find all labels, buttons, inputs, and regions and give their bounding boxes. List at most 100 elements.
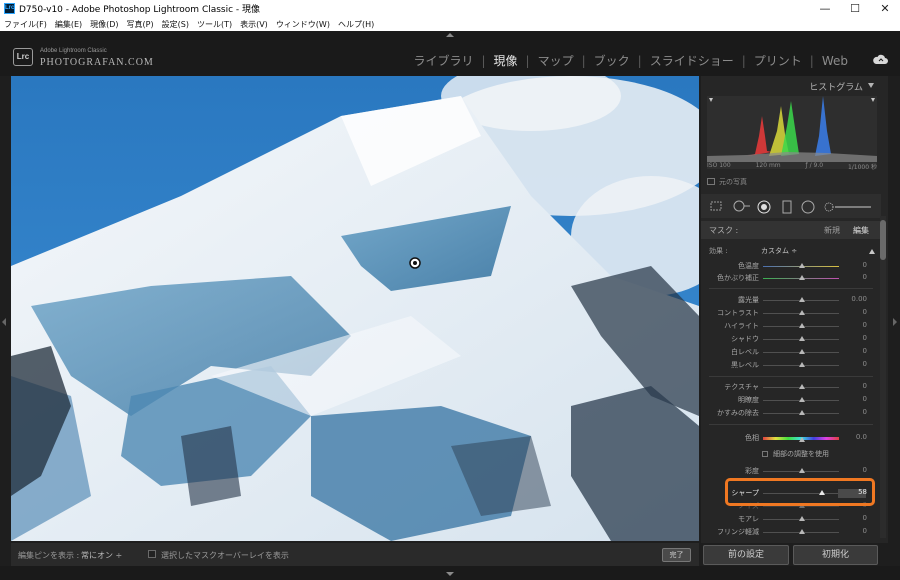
slider-saturation[interactable]: 彩度 0 xyxy=(701,465,881,478)
mask-edit-button[interactable]: 編集 xyxy=(853,225,869,236)
panel-scrollbar[interactable] xyxy=(880,216,886,538)
focal-length: 120 mm xyxy=(755,162,781,169)
maximize-button[interactable]: ☐ xyxy=(840,2,870,15)
module-develop[interactable]: 現像 xyxy=(486,52,526,69)
mask-overlay-label: 選択したマスクオーバーレイを表示 xyxy=(161,551,289,560)
mask-overlay-checkbox[interactable] xyxy=(148,550,156,558)
slider-moire[interactable]: モアレ 0 xyxy=(701,513,881,526)
previous-settings-button[interactable]: 前の設定 xyxy=(703,545,789,565)
menu-settings[interactable]: 設定(S) xyxy=(162,19,189,30)
module-picker: ライブラリ | 現像 | マップ | ブック | スライドショー | プリント | Web xyxy=(405,52,856,69)
right-panel: ヒストグラム ISO 100 120 mm ƒ / 9.0 1/1000 秒 元… xyxy=(701,76,888,543)
module-map[interactable]: マップ xyxy=(530,52,582,69)
menu-edit[interactable]: 編集(E) xyxy=(55,19,82,30)
close-button[interactable]: ✕ xyxy=(870,2,900,15)
slider-shadows[interactable]: シャドウ 0 xyxy=(701,333,881,346)
fine-adjust-checkbox[interactable] xyxy=(762,451,768,457)
cloud-sync-icon[interactable] xyxy=(872,54,888,65)
slider-whites[interactable]: 白レベル 0 xyxy=(701,346,881,359)
done-button[interactable]: 完了 xyxy=(662,548,691,562)
window-title: D750-v10 - Adobe Photoshop Lightroom Cla… xyxy=(19,5,261,15)
menu-photo[interactable]: 写真(P) xyxy=(127,19,154,30)
bottom-toolbar: 編集ピンを表示 : 常にオン ÷ 選択したマスクオーバーレイを表示 完了 xyxy=(11,543,699,566)
module-web[interactable]: Web xyxy=(814,54,856,68)
tool-strip xyxy=(701,194,881,218)
module-library[interactable]: ライブラリ xyxy=(405,52,481,69)
menu-develop[interactable]: 現像(D) xyxy=(90,19,118,30)
left-panel-toggle-icon[interactable] xyxy=(2,318,6,326)
mountain-photo xyxy=(11,76,699,541)
brush-icon[interactable] xyxy=(823,200,873,214)
slider-thumb xyxy=(799,384,805,389)
menu-window[interactable]: ウィンドウ(W) xyxy=(276,19,330,30)
crop-icon[interactable] xyxy=(709,200,723,212)
fine-adjust-label: 細部の調整を使用 xyxy=(773,450,829,458)
pin-display-select[interactable]: 常にオン ÷ xyxy=(81,550,122,561)
effect-preset-select[interactable]: カスタム ÷ xyxy=(761,246,797,256)
slider-clarity[interactable]: 明瞭度 0 xyxy=(701,394,881,407)
scrollbar-thumb[interactable] xyxy=(880,220,886,260)
original-photo-label: 元の写真 xyxy=(719,178,747,186)
slider-exposure[interactable]: 露光量 0.00 xyxy=(701,294,881,307)
brand-subtitle: Adobe Lightroom Classic xyxy=(40,48,107,54)
histogram-title: ヒストグラム xyxy=(809,83,863,93)
slider-thumb xyxy=(799,362,805,367)
pin-display-label: 編集ピンを表示 : xyxy=(18,551,80,560)
slider-thumb xyxy=(799,397,805,402)
shutter-speed: 1/1000 秒 xyxy=(847,164,877,171)
slider-thumb xyxy=(799,468,805,473)
slider-thumb xyxy=(799,297,805,302)
right-panel-toggle-icon[interactable] xyxy=(893,318,897,326)
collapse-triangle-icon[interactable] xyxy=(868,83,874,88)
minimize-button[interactable]: — xyxy=(810,2,840,15)
top-panel-toggle-icon[interactable] xyxy=(446,33,454,37)
original-photo-checkbox[interactable] xyxy=(707,178,715,185)
highlight-clip-icon xyxy=(871,98,875,102)
mask-new-button[interactable]: 新規 xyxy=(824,225,840,236)
slider-dehaze[interactable]: かすみの除去 0 xyxy=(701,407,881,420)
slider-contrast[interactable]: コントラスト 0 xyxy=(701,307,881,320)
iso: ISO 100 xyxy=(707,162,731,169)
module-print[interactable]: プリント xyxy=(746,52,810,69)
slider-thumb xyxy=(799,437,805,442)
slider-texture[interactable]: テクスチャ 0 xyxy=(701,381,881,394)
slider-tint[interactable]: 色かぶり補正 0 xyxy=(701,272,881,285)
filmstrip-toggle-icon[interactable] xyxy=(446,572,454,576)
photo-canvas[interactable] xyxy=(11,76,699,541)
spot-removal-icon[interactable] xyxy=(733,200,751,212)
menu-view[interactable]: 表示(V) xyxy=(240,19,268,30)
slider-thumb xyxy=(799,410,805,415)
slider-thumb xyxy=(799,516,805,521)
sharpness-highlight-annotation xyxy=(725,478,875,506)
menu-tools[interactable]: ツール(T) xyxy=(197,19,232,30)
radial-filter-icon[interactable] xyxy=(801,200,815,214)
brand-name: PHOTOGRAFAN.COM xyxy=(40,57,154,68)
graduated-filter-icon[interactable] xyxy=(781,200,793,214)
slider-highlights[interactable]: ハイライト 0 xyxy=(701,320,881,333)
app-icon: Lrc xyxy=(4,3,15,14)
module-slideshow[interactable]: スライドショー xyxy=(642,52,742,69)
effect-row: 効果 : カスタム ÷ xyxy=(701,244,881,258)
exif-info: ISO 100 120 mm ƒ / 9.0 1/1000 秒 xyxy=(707,162,877,171)
aperture: ƒ / 9.0 xyxy=(805,162,824,169)
effect-collapse-icon[interactable] xyxy=(869,249,875,254)
shadow-clip-icon xyxy=(709,98,713,102)
slider-hue[interactable]: 色相 0.0 xyxy=(701,432,881,445)
menu-file[interactable]: ファイル(F) xyxy=(4,19,47,30)
mask-row: マスク : 新規 編集 xyxy=(701,221,881,239)
histogram-header[interactable]: ヒストグラム xyxy=(701,76,881,94)
histogram xyxy=(707,96,877,169)
red-eye-icon[interactable] xyxy=(757,200,771,214)
menu-bar: ファイル(F) 編集(E) 現像(D) 写真(P) 設定(S) ツール(T) 表… xyxy=(0,17,900,31)
title-bar: Lrc D750-v10 - Adobe Photoshop Lightroom… xyxy=(0,0,900,17)
mask-label: マスク : xyxy=(709,226,739,235)
slider-thumb xyxy=(799,529,805,534)
slider-thumb xyxy=(799,310,805,315)
reset-button[interactable]: 初期化 xyxy=(793,545,878,565)
module-book[interactable]: ブック xyxy=(586,52,638,69)
slider-thumb xyxy=(799,336,805,341)
slider-blacks[interactable]: 黒レベル 0 xyxy=(701,359,881,372)
slider-thumb xyxy=(799,275,805,280)
slider-defringe[interactable]: フリンジ軽減 0 xyxy=(701,526,881,539)
menu-help[interactable]: ヘルプ(H) xyxy=(338,19,374,30)
